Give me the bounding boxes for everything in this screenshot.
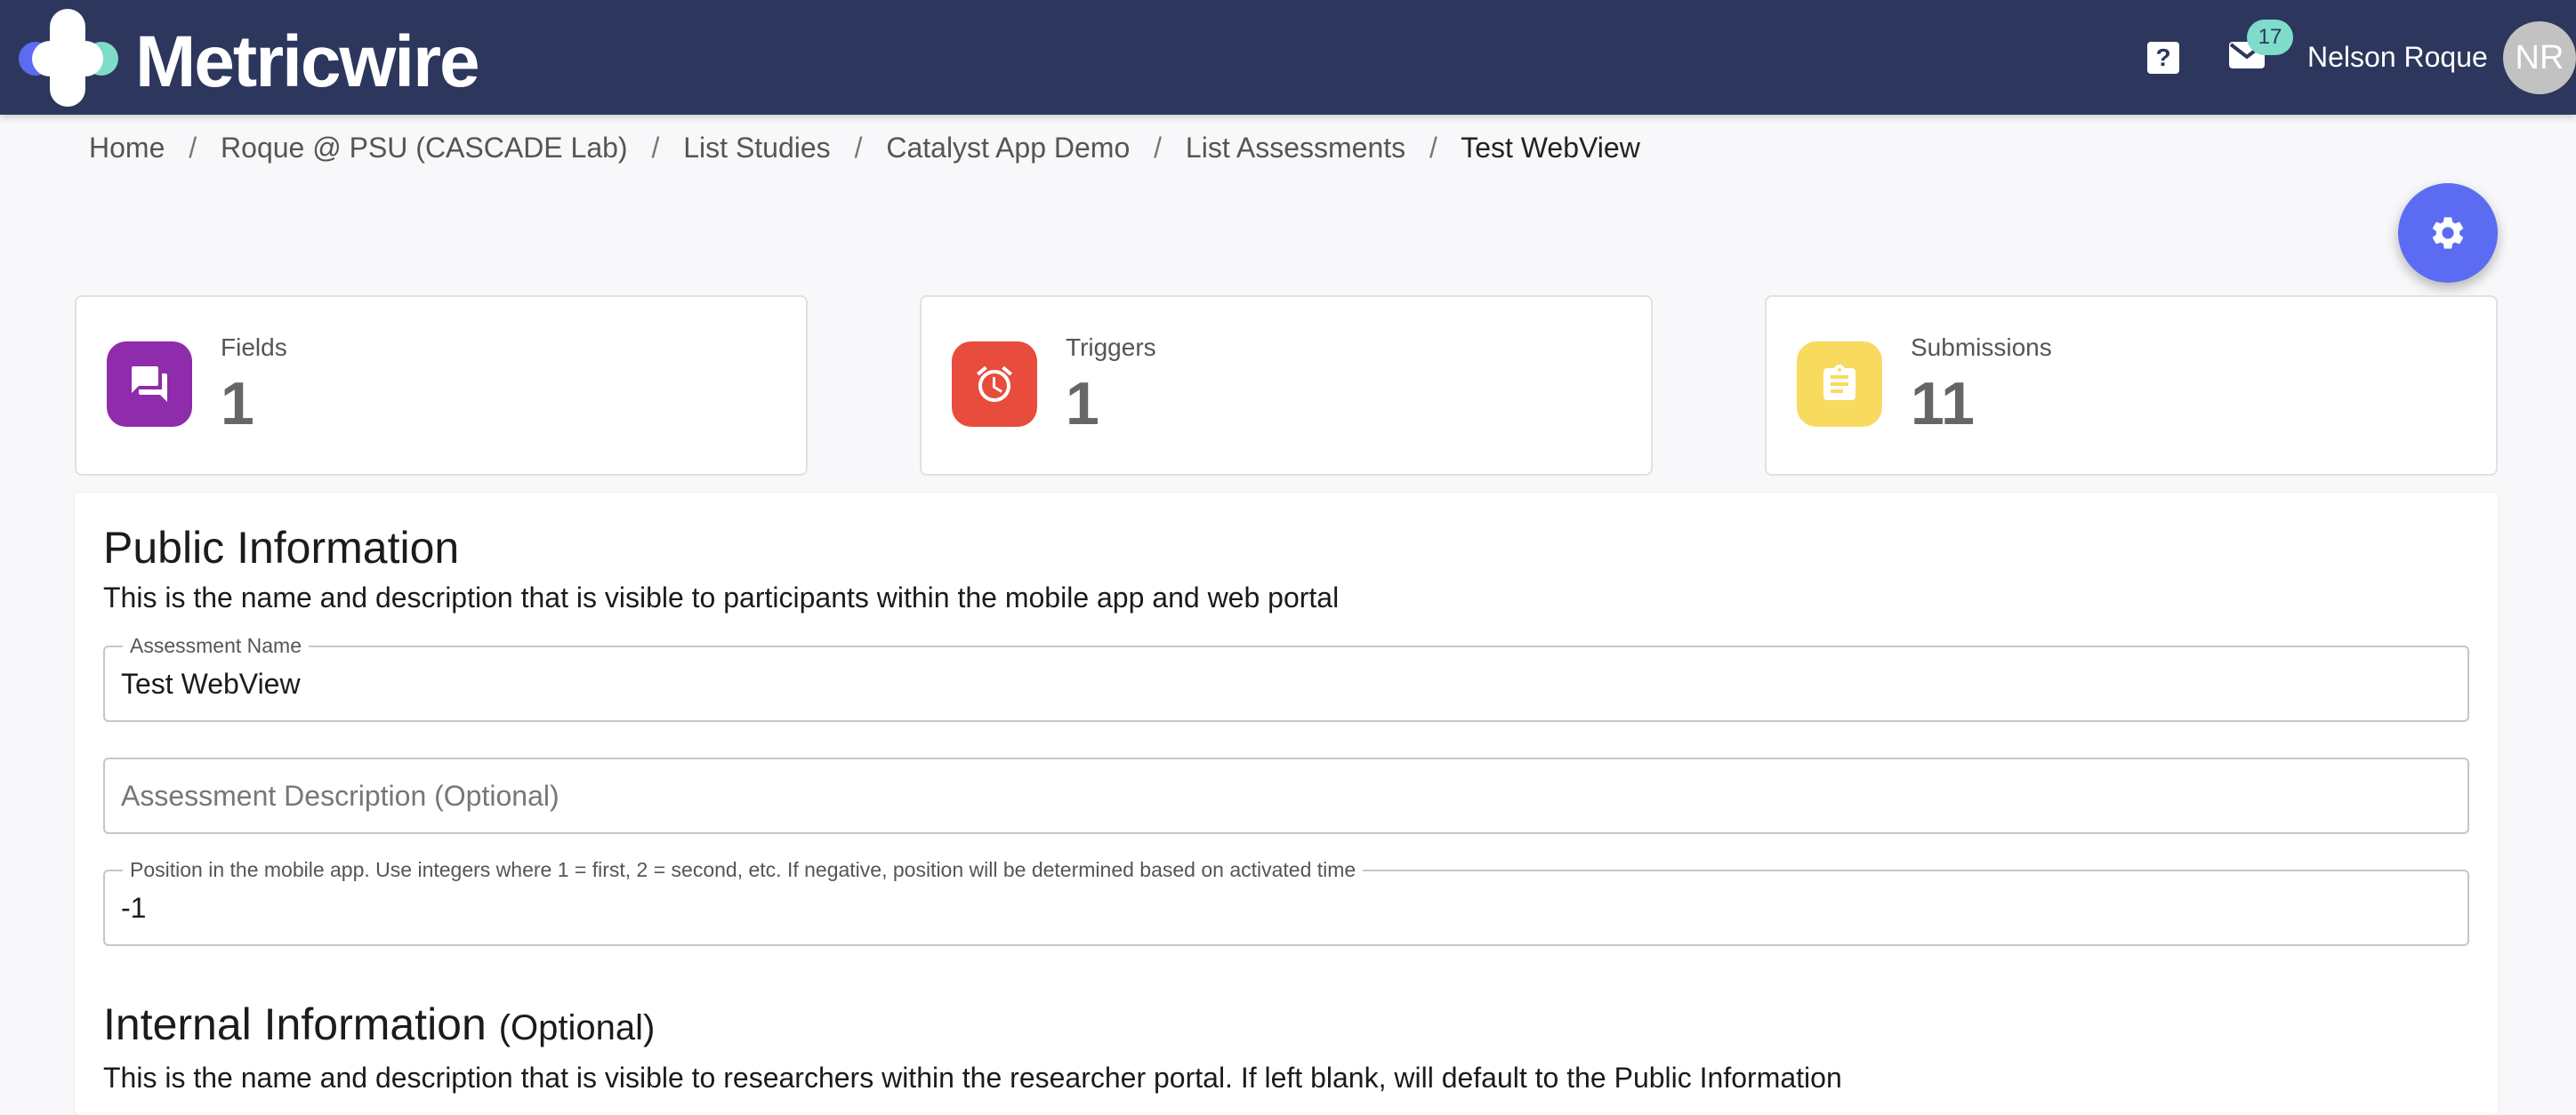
breadcrumb: Home / Roque @ PSU (CASCADE Lab) / List … bbox=[89, 130, 1640, 165]
stat-icon-triggers bbox=[952, 341, 1037, 427]
breadcrumb-home[interactable]: Home bbox=[89, 132, 165, 164]
stat-value: 11 bbox=[1911, 370, 1975, 437]
breadcrumb-separator: / bbox=[189, 132, 197, 164]
clipboard-icon bbox=[1823, 365, 1856, 400]
internal-info-title: Internal Information (Optional) bbox=[103, 998, 655, 1055]
stat-card-fields[interactable]: Fields 1 bbox=[75, 295, 808, 476]
breadcrumb-list-studies[interactable]: List Studies bbox=[683, 132, 830, 164]
internal-info-title-text: Internal Information bbox=[103, 999, 487, 1049]
assessment-description-field[interactable] bbox=[103, 758, 2469, 834]
stat-icon-fields bbox=[107, 341, 192, 427]
breadcrumb-separator: / bbox=[651, 132, 660, 164]
assessment-name-field[interactable]: Assessment Name bbox=[103, 633, 2469, 722]
user-name[interactable]: Nelson Roque bbox=[2307, 39, 2488, 75]
assessment-form-panel: Public Information This is the name and … bbox=[75, 493, 2498, 1115]
stat-card-triggers[interactable]: Triggers 1 bbox=[920, 295, 1653, 476]
stat-label: Submissions bbox=[1911, 333, 2052, 361]
settings-fab-button[interactable] bbox=[2398, 183, 2498, 283]
stat-card-submissions[interactable]: Submissions 11 bbox=[1765, 295, 2498, 476]
internal-info-optional: (Optional) bbox=[498, 1008, 656, 1047]
top-navbar: Metricwire ? 17 Nelson Roque NR bbox=[0, 0, 2576, 115]
stat-label: Fields bbox=[221, 333, 287, 361]
assessment-name-input[interactable] bbox=[121, 647, 2434, 720]
brand-name[interactable]: Metricwire bbox=[135, 18, 480, 107]
position-field[interactable]: Position in the mobile app. Use integers… bbox=[103, 857, 2469, 946]
stat-label: Triggers bbox=[1066, 333, 1156, 361]
internal-info-description: This is the name and description that is… bbox=[103, 1062, 1842, 1094]
public-info-title: Public Information bbox=[103, 523, 460, 573]
breadcrumb-separator: / bbox=[1429, 132, 1437, 164]
breadcrumb-list-assessments[interactable]: List Assessments bbox=[1186, 132, 1405, 164]
avatar[interactable]: NR bbox=[2503, 21, 2576, 94]
stat-value: 1 bbox=[1066, 370, 1099, 437]
stat-value: 1 bbox=[221, 370, 254, 437]
position-input[interactable] bbox=[121, 871, 2434, 944]
gear-icon bbox=[2432, 217, 2464, 249]
public-info-description: This is the name and description that is… bbox=[103, 582, 1340, 614]
alarm-clock-icon bbox=[977, 365, 1012, 402]
breadcrumb-current: Test WebView bbox=[1461, 132, 1640, 164]
breadcrumb-study[interactable]: Catalyst App Demo bbox=[886, 132, 1130, 164]
assessment-description-input[interactable] bbox=[121, 759, 2434, 832]
help-button[interactable]: ? bbox=[2147, 42, 2179, 74]
mail-count-badge: 17 bbox=[2247, 20, 2293, 55]
breadcrumb-organization[interactable]: Roque @ PSU (CASCADE Lab) bbox=[221, 132, 628, 164]
chat-icon bbox=[132, 366, 167, 402]
breadcrumb-separator: / bbox=[854, 132, 863, 164]
metricwire-logo-icon[interactable] bbox=[18, 9, 120, 107]
breadcrumb-separator: / bbox=[1154, 132, 1163, 164]
stat-icon-submissions bbox=[1797, 341, 1882, 427]
